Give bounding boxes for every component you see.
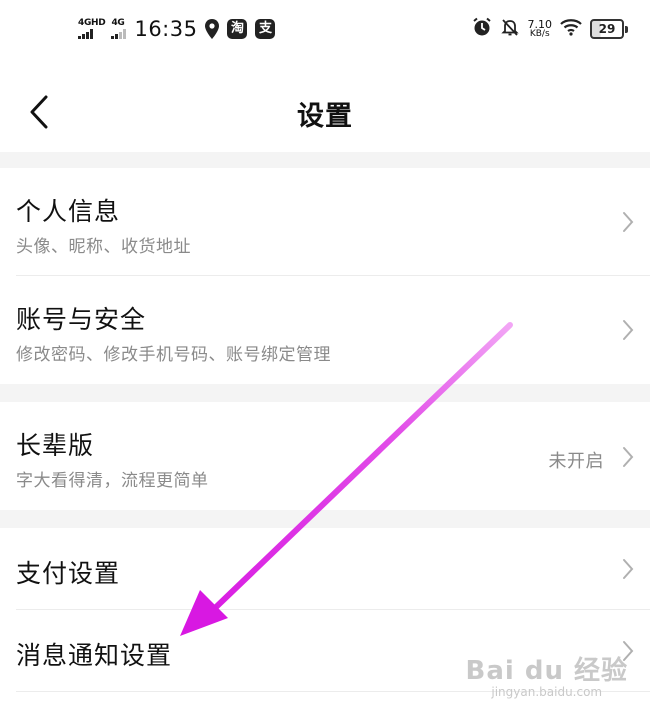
watermark-logo: Bai du 经验 [465, 656, 628, 686]
payment-settings-item[interactable]: 支付设置 [0, 528, 650, 610]
signal-indicator-1: 4GHD [78, 18, 106, 39]
signal-indicator-2: 4G [111, 18, 127, 39]
row-title: 长辈版 [16, 431, 95, 460]
alipay-app-icon: 支 [255, 19, 276, 39]
section-divider [0, 384, 650, 402]
nav-header: 设置 [0, 58, 650, 154]
row-subtitle: 头像、昵称、收货地址 [16, 237, 191, 257]
network-type-label: 4GHD [78, 18, 106, 28]
chevron-right-icon [622, 446, 634, 468]
personal-info-item[interactable]: 个人信息 头像、昵称、收货地址 [0, 168, 650, 276]
location-icon [205, 19, 220, 39]
row-title: 支付设置 [16, 559, 121, 588]
row-title: 消息通知设置 [16, 641, 173, 670]
row-title: 个人信息 [16, 197, 121, 226]
status-time: 16:35 [134, 17, 198, 41]
row-subtitle: 字大看得清，流程更简单 [16, 471, 209, 491]
section-divider [0, 152, 650, 168]
battery-icon: 29 [590, 19, 628, 39]
signal-bars-icon [78, 29, 93, 39]
status-bar-right: 7.10 KB/s 29 [472, 14, 628, 44]
alarm-icon [472, 17, 492, 41]
notification-off-icon [500, 17, 520, 41]
network-type-label: 4G [111, 18, 125, 28]
network-speed: 7.10 KB/s [528, 19, 553, 39]
page-title: 设置 [297, 101, 353, 132]
taobao-app-icon: 淘 [227, 19, 248, 39]
baidu-watermark: Bai du 经验 jingyan.baidu.com [466, 657, 629, 699]
section-divider [0, 510, 650, 528]
row-title: 账号与安全 [16, 305, 147, 334]
account-security-item[interactable]: 账号与安全 修改密码、修改手机号码、账号绑定管理 [0, 276, 650, 384]
watermark-url: jingyan.baidu.com [491, 685, 603, 699]
wifi-icon [560, 18, 582, 40]
chevron-right-icon [622, 211, 634, 233]
signal-bars-icon [111, 29, 127, 39]
settings-group-account: 个人信息 头像、昵称、收货地址 账号与安全 修改密码、修改手机号码、账号绑定管理 [0, 168, 650, 384]
speed-unit: KB/s [529, 29, 550, 39]
elder-mode-item[interactable]: 长辈版 字大看得清，流程更简单 未开启 [0, 402, 650, 510]
chevron-right-icon [622, 558, 634, 580]
status-bar-left: 4GHD 4G 16:35 淘 支 [78, 14, 283, 44]
battery-level: 29 [590, 19, 624, 39]
settings-group-elder: 长辈版 字大看得清，流程更简单 未开启 [0, 402, 650, 510]
elder-mode-status: 未开启 [548, 451, 604, 472]
status-bar: 4GHD 4G 16:35 淘 支 7.10 KB/s 29 [0, 0, 650, 58]
row-subtitle: 修改密码、修改手机号码、账号绑定管理 [16, 345, 331, 365]
chevron-right-icon [622, 319, 634, 341]
